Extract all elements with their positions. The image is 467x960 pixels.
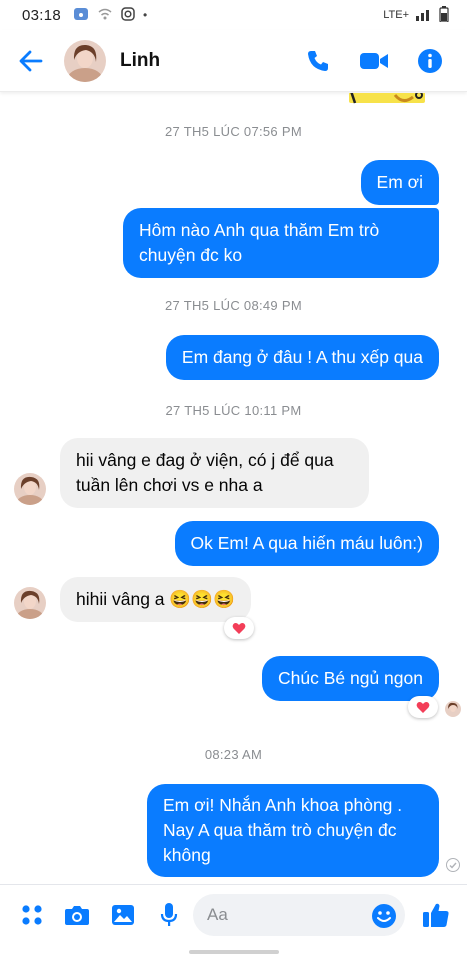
outgoing-message[interactable]: Em ơi (360, 160, 439, 205)
contact-avatar-small[interactable] (14, 473, 46, 505)
outgoing-message[interactable]: Em đang ở đâu ! A thu xếp qua (165, 335, 439, 380)
signal-icon (415, 7, 433, 24)
status-bar: 03:18 • LTE+ (0, 0, 467, 30)
like-icon (423, 903, 449, 927)
status-time: 03:18 (22, 6, 62, 24)
battery-icon (439, 5, 449, 25)
wifi-icon (97, 7, 113, 24)
timestamp: 08:23 AM (204, 747, 263, 762)
dot-icon: • (143, 8, 148, 22)
timestamp: 27 TH5 LÚC 08:49 PM (165, 298, 302, 313)
outgoing-message[interactable]: Hôm nào Anh qua thăm Em trò chuyện đc ko (123, 208, 439, 278)
message-reaction[interactable] (224, 617, 254, 639)
instagram-icon (121, 6, 135, 24)
image-icon (112, 905, 134, 925)
like-button[interactable] (420, 899, 452, 931)
back-button[interactable] (16, 46, 46, 76)
header-actions (303, 46, 445, 76)
messenger-screen: 03:18 • LTE+ Linh 27 TH5 LÚC 07:56 PM Em… (0, 0, 467, 960)
contact-avatar[interactable] (64, 39, 106, 82)
voice-record-button[interactable] (153, 899, 185, 931)
sent-check-icon (446, 858, 460, 872)
network-type: LTE+ (383, 9, 409, 21)
home-indicator[interactable] (188, 950, 279, 954)
outgoing-message[interactable]: Ok Em! A qua hiến máu luôn:) (174, 521, 439, 566)
contact-avatar-small[interactable] (14, 587, 46, 619)
sticker-image[interactable] (345, 92, 429, 104)
camera-button[interactable] (61, 899, 93, 931)
emoji-icon (372, 904, 396, 928)
microphone-icon (160, 903, 178, 926)
incoming-message[interactable]: hii vâng e đag ở viện, có j để qua tuần … (60, 438, 369, 508)
voice-call-button[interactable] (303, 46, 333, 76)
info-icon (418, 48, 442, 73)
timestamp: 27 TH5 LÚC 10:11 PM (165, 403, 302, 418)
hotspot-icon (73, 7, 89, 24)
more-actions-button[interactable] (16, 899, 48, 931)
video-call-button[interactable] (359, 46, 389, 76)
message-reaction[interactable] (408, 696, 438, 718)
emoji-button[interactable] (368, 900, 400, 932)
menu-dots-icon (22, 905, 42, 925)
contact-name[interactable]: Linh (120, 50, 160, 72)
seen-avatar (445, 701, 461, 717)
message-composer (0, 884, 467, 944)
camera-icon (65, 906, 89, 925)
system-nav-bar (0, 944, 467, 960)
incoming-message[interactable]: hihii vâng a 😆😆😆 (60, 577, 251, 622)
phone-icon (308, 50, 328, 71)
timestamp: 27 TH5 LÚC 07:56 PM (165, 124, 302, 139)
arrow-left-icon (19, 50, 43, 71)
info-button[interactable] (415, 46, 445, 76)
gallery-button[interactable] (107, 899, 139, 931)
status-right: LTE+ (383, 5, 449, 25)
outgoing-message[interactable]: Chúc Bé ngủ ngon (262, 656, 439, 701)
heart-icon (416, 701, 430, 713)
outgoing-message[interactable]: Em ơi! Nhắn Anh khoa phòng . Nay A qua t… (147, 784, 439, 877)
heart-icon (232, 622, 246, 634)
conversation-header: Linh (0, 30, 467, 92)
video-camera-icon (360, 52, 388, 69)
